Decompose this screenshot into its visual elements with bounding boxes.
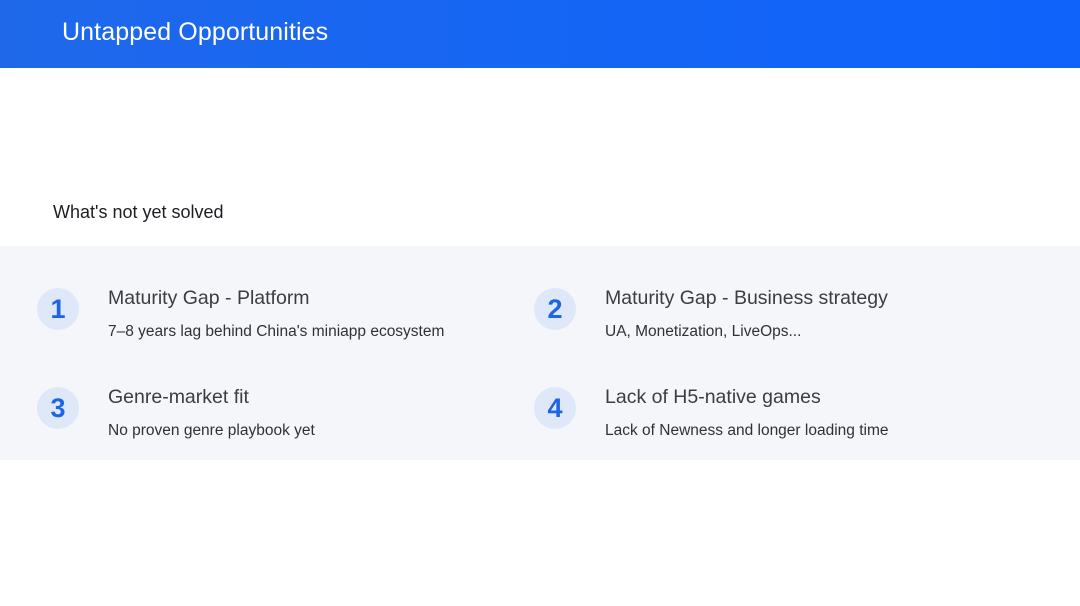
challenge-description-1: 7–8 years lag behind China's miniapp eco… [108,323,445,340]
challenge-description-3: No proven genre playbook yet [108,422,315,439]
challenge-item-4: 4 Lack of H5-native games Lack of Newnes… [534,385,994,465]
section-subtitle: What's not yet solved [53,202,224,222]
number-badge-2: 2 [534,288,576,330]
challenge-title-4: Lack of H5-native games [605,386,821,408]
number-badge-1: 1 [37,288,79,330]
challenge-title-2: Maturity Gap - Business strategy [605,287,888,309]
challenge-item-2: 2 Maturity Gap - Business strategy UA, M… [534,286,994,366]
challenge-item-3: 3 Genre-market fit No proven genre playb… [37,385,497,465]
number-badge-4: 4 [534,387,576,429]
challenge-description-4: Lack of Newness and longer loading time [605,422,889,439]
number-badge-3: 3 [37,387,79,429]
challenge-description-2: UA, Monetization, LiveOps... [605,323,802,340]
page-title: Untapped Opportunities [62,18,329,46]
challenge-title-1: Maturity Gap - Platform [108,287,310,309]
challenge-item-1: 1 Maturity Gap - Platform 7–8 years lag … [37,286,497,366]
challenge-title-3: Genre-market fit [108,386,249,408]
header-bar: Untapped Opportunities [0,0,1080,68]
